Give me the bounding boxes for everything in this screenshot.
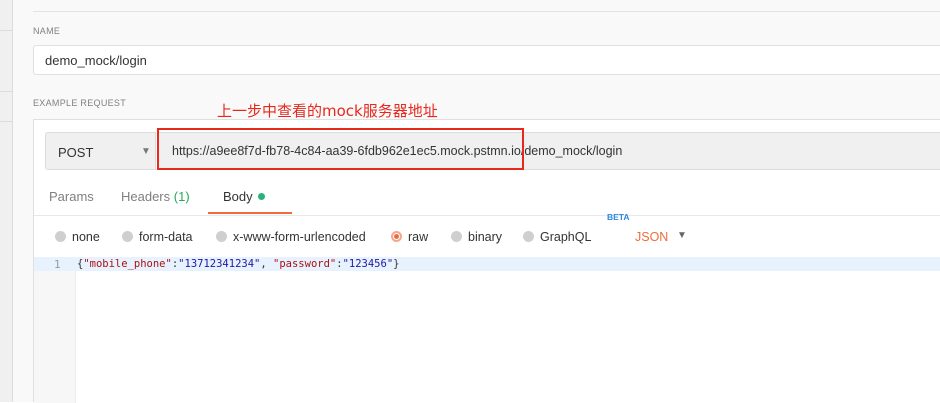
raw-language-select[interactable]: JSON (635, 230, 668, 244)
radio-form-data[interactable]: form-data (122, 230, 193, 244)
editor-gutter (34, 257, 76, 403)
beta-badge: BETA (607, 212, 630, 222)
annotation-text: 上一步中查看的mock服务器地址 (217, 102, 438, 120)
radio-graphql[interactable]: GraphQL (523, 230, 591, 244)
radio-label: raw (408, 230, 429, 244)
json-key: "mobile_phone" (83, 258, 172, 270)
tab-label: Headers (121, 189, 171, 204)
radio-selected-icon (391, 231, 402, 242)
sidebar-divider (0, 30, 12, 31)
radio-label: form-data (139, 230, 193, 244)
request-tabs: Params Headers (1) Body (34, 180, 940, 216)
body-code-editor[interactable]: 1 {"mobile_phone":"13712341234", "passwo… (34, 257, 940, 403)
headers-count-badge: (1) (173, 189, 190, 204)
body-type-options: none form-data x-www-form-urlencoded raw… (34, 212, 940, 256)
example-request-label: EXAMPLE REQUEST (33, 98, 127, 108)
radio-icon (122, 231, 133, 242)
example-editor-panel: NAME demo_mock/login EXAMPLE REQUEST POS… (13, 0, 940, 403)
radio-icon (451, 231, 462, 242)
radio-x-www-form-urlencoded[interactable]: x-www-form-urlencoded (216, 230, 366, 244)
tab-body[interactable]: Body (223, 189, 265, 204)
radio-icon (216, 231, 227, 242)
line-number: 1 (54, 258, 61, 271)
status-dot-icon (257, 193, 265, 200)
request-url-bar: POST ▼ https://a9ee8f7d-fb78-4c84-aa39-6… (45, 132, 940, 172)
radio-binary[interactable]: binary (451, 230, 502, 244)
example-request-panel: POST ▼ https://a9ee8f7d-fb78-4c84-aa39-6… (33, 119, 940, 403)
sidebar-divider (0, 91, 12, 92)
top-divider (33, 0, 940, 12)
chevron-down-icon[interactable]: ▼ (677, 230, 687, 241)
method-label: POST (58, 145, 94, 160)
left-sidebar-edge (0, 0, 13, 402)
tab-label: Params (49, 189, 94, 204)
method-dropdown[interactable]: POST ▼ (45, 132, 156, 170)
radio-label: GraphQL (540, 230, 592, 244)
active-tab-underline (208, 212, 292, 214)
tab-params[interactable]: Params (49, 189, 94, 204)
radio-raw[interactable]: raw (391, 230, 428, 244)
radio-icon (55, 231, 66, 242)
radio-none[interactable]: none (55, 230, 100, 244)
radio-label: none (72, 230, 100, 244)
sidebar-divider (0, 121, 12, 122)
name-label: NAME (33, 26, 61, 36)
request-url-input[interactable]: https://a9ee8f7d-fb78-4c84-aa39-6fdb962e… (158, 132, 940, 170)
json-value: "13712341234" (178, 258, 261, 270)
tab-label: Body (223, 189, 253, 204)
chevron-down-icon: ▼ (141, 146, 151, 157)
radio-label: x-www-form-urlencoded (233, 230, 366, 244)
radio-icon (523, 231, 534, 242)
json-key: "password" (273, 258, 337, 270)
code-line: {"mobile_phone":"13712341234", "password… (77, 258, 400, 270)
json-value: "123456" (342, 258, 394, 270)
tab-headers[interactable]: Headers (1) (121, 189, 190, 204)
example-name-field[interactable]: demo_mock/login (33, 45, 940, 75)
radio-label: binary (468, 230, 503, 244)
